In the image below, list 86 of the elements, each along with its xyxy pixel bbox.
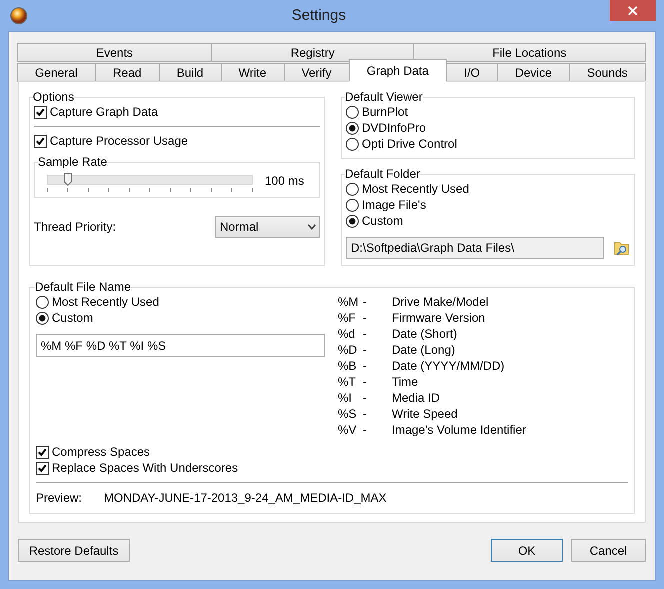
code-description: Time bbox=[392, 374, 420, 390]
tab[interactable]: I/O bbox=[446, 63, 498, 82]
checkbox[interactable] bbox=[34, 106, 47, 118]
checkbox-label: Capture Processor Usage bbox=[50, 134, 188, 148]
preview-text: MONDAY-JUNE-17-2013_9-24_AM_MEDIA-ID_MAX bbox=[104, 491, 387, 505]
app-icon bbox=[10, 6, 28, 24]
tab[interactable]: Read bbox=[94, 63, 160, 82]
radio-button[interactable] bbox=[346, 106, 359, 118]
tab[interactable]: Device bbox=[497, 63, 570, 82]
radio-button[interactable] bbox=[346, 182, 359, 196]
restore-defaults-button[interactable]: Restore Defaults bbox=[18, 539, 130, 562]
checkbox-label: Capture Graph Data bbox=[50, 105, 158, 119]
tab[interactable]: Graph Data bbox=[348, 59, 448, 82]
code-dash: - bbox=[363, 406, 368, 422]
tab[interactable]: Verify bbox=[284, 63, 350, 82]
group-title: Default Folder bbox=[345, 167, 420, 181]
tab[interactable]: Build bbox=[158, 63, 222, 82]
radio-label: Custom bbox=[52, 311, 94, 325]
code-dash: - bbox=[363, 326, 368, 342]
tab[interactable]: Registry bbox=[211, 43, 414, 62]
close-icon bbox=[628, 6, 638, 16]
ok-button[interactable]: OK bbox=[491, 539, 563, 562]
code-token: %V bbox=[338, 422, 358, 438]
code-dash: - bbox=[363, 342, 368, 358]
group-title: Default File Name bbox=[35, 280, 132, 294]
radio-label: DVDInfoPro bbox=[362, 121, 426, 135]
file-name-pattern-field[interactable]: %M %F %D %T %I %S bbox=[36, 334, 325, 357]
code-token: %F bbox=[338, 310, 357, 326]
checkbox[interactable] bbox=[36, 462, 49, 474]
radio-button[interactable] bbox=[36, 312, 49, 324]
code-token: %d bbox=[338, 326, 356, 342]
cancel-button[interactable]: Cancel bbox=[571, 539, 646, 562]
code-description: Drive Make/Model bbox=[392, 294, 490, 310]
preview-label: Preview: bbox=[36, 491, 82, 505]
priority-dropdown[interactable]: Normal bbox=[215, 216, 320, 238]
radio-button[interactable] bbox=[346, 122, 359, 134]
checkbox[interactable] bbox=[36, 446, 49, 458]
code-description: Date (Short) bbox=[392, 326, 458, 342]
code-description: Date (YYYY/MM/DD) bbox=[392, 358, 506, 374]
code-token: %I bbox=[338, 390, 354, 406]
group-title: Sample Rate bbox=[38, 155, 108, 169]
tab[interactable]: Sounds bbox=[569, 63, 646, 82]
code-description: Media ID bbox=[392, 390, 442, 406]
folder-path-field[interactable]: D:\Softpedia\Graph Data Files\ bbox=[346, 237, 604, 259]
code-token: %S bbox=[338, 406, 358, 422]
folder-search-icon[interactable] bbox=[614, 240, 630, 256]
slider-thumb[interactable] bbox=[64, 173, 72, 186]
tab[interactable]: File Locations bbox=[413, 43, 646, 62]
code-dash: - bbox=[363, 294, 368, 310]
code-description: Write Speed bbox=[392, 406, 459, 422]
code-dash: - bbox=[363, 310, 368, 326]
code-dash: - bbox=[363, 390, 368, 406]
code-token: %M bbox=[338, 294, 360, 310]
radio-label: Image File's bbox=[362, 198, 426, 212]
code-dash: - bbox=[363, 358, 368, 374]
code-token: %B bbox=[338, 358, 358, 374]
radio-button[interactable] bbox=[36, 296, 49, 308]
slider-track[interactable] bbox=[47, 175, 253, 185]
code-description: Date (Long) bbox=[392, 342, 456, 358]
tab[interactable]: General bbox=[17, 63, 96, 82]
radio-label: Most Recently Used bbox=[362, 182, 470, 196]
radio-label: Custom bbox=[362, 214, 404, 228]
radio-button[interactable] bbox=[346, 198, 359, 212]
code-token: %T bbox=[338, 374, 357, 390]
group-title: Options bbox=[33, 90, 74, 104]
checkbox-label: Replace Spaces With Underscores bbox=[52, 461, 238, 475]
radio-label: BurnPlot bbox=[362, 105, 408, 119]
close-button[interactable] bbox=[610, 0, 656, 21]
code-dash: - bbox=[363, 374, 368, 390]
checkbox-label: Compress Spaces bbox=[52, 445, 150, 459]
radio-label: Opti Drive Control bbox=[362, 137, 458, 151]
radio-button[interactable] bbox=[346, 214, 359, 228]
radio-label: Most Recently Used bbox=[52, 295, 160, 309]
tab[interactable]: Write bbox=[220, 63, 285, 82]
code-description: Firmware Version bbox=[392, 310, 486, 326]
code-dash: - bbox=[363, 422, 368, 438]
field-label: Thread Priority: bbox=[34, 220, 116, 234]
code-description: Image's Volume Identifier bbox=[392, 422, 526, 438]
window-title: Settings bbox=[290, 7, 348, 24]
tab[interactable]: Events bbox=[17, 43, 212, 62]
radio-button[interactable] bbox=[346, 138, 359, 150]
checkbox[interactable] bbox=[34, 134, 47, 148]
sample-rate-value: 100 ms bbox=[265, 174, 304, 188]
caret-icon bbox=[308, 224, 316, 230]
code-token: %D bbox=[338, 342, 358, 358]
group-title: Default Viewer bbox=[345, 90, 423, 104]
